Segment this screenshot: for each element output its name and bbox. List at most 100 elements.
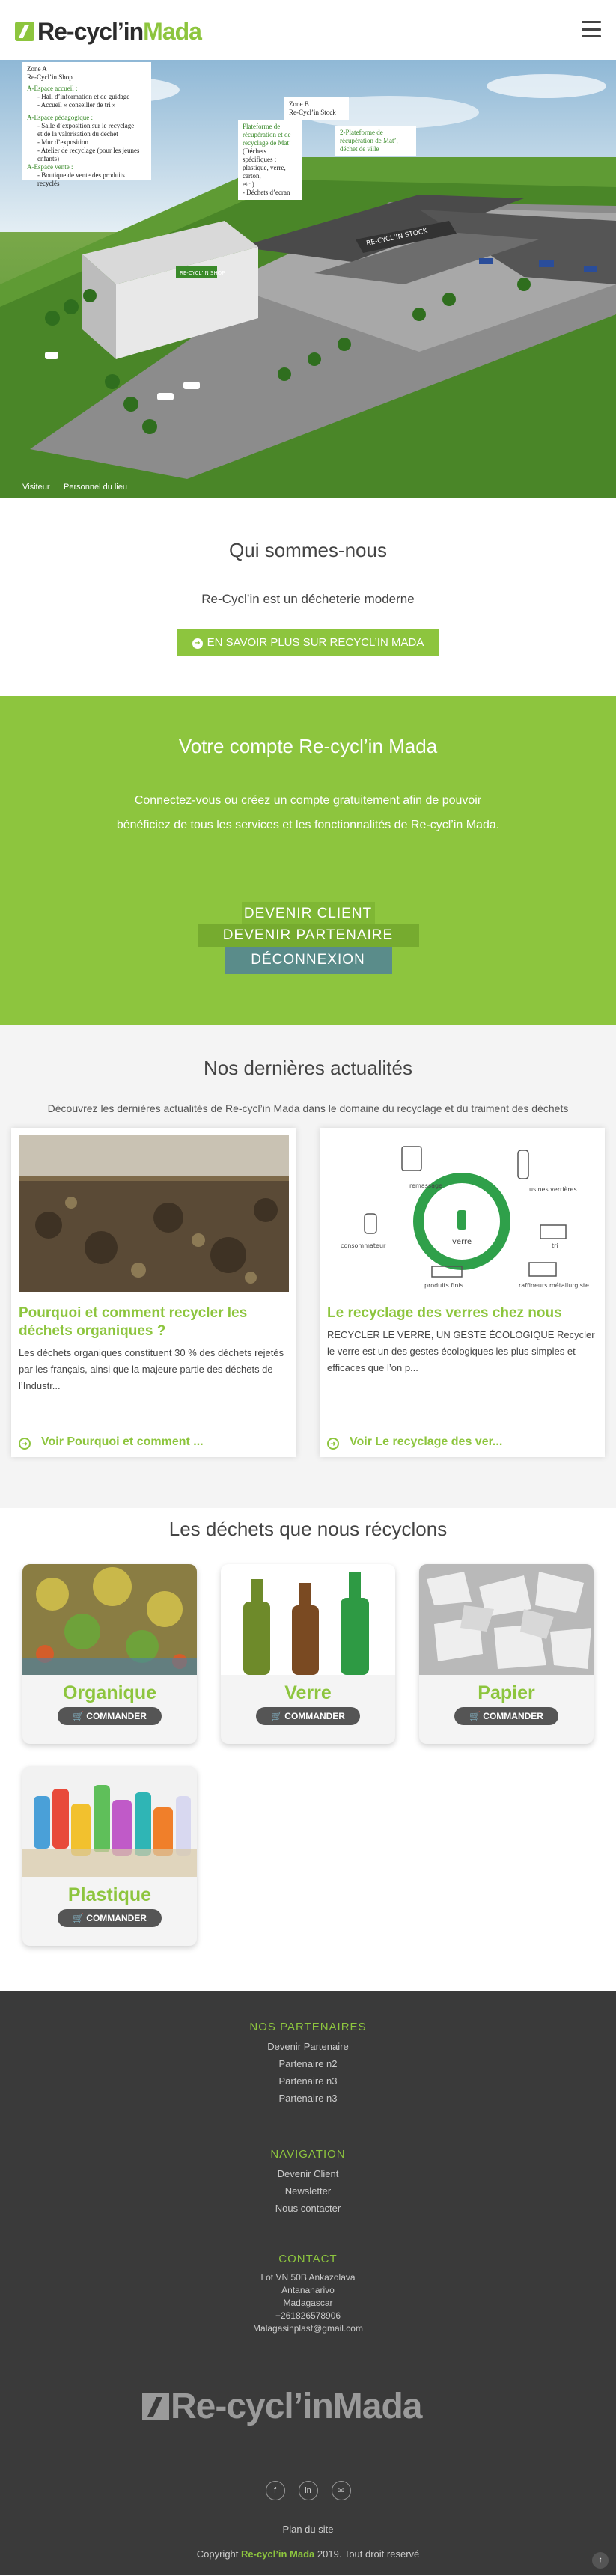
facebook-icon[interactable]: f <box>265 2481 285 2500</box>
copyright-pre: Copyright <box>196 2548 239 2560</box>
order-button[interactable]: 🛒 COMMANDER <box>58 1909 162 1927</box>
diagram-right-top: usines verrières <box>529 1185 577 1193</box>
news-card[interactable]: verre remassage usines verrières tri raf… <box>320 1128 605 1457</box>
learn-more-button[interactable]: ➜ En savoir plus sur Recycl’in Mada <box>177 629 439 656</box>
contact-block: Contact Lot VN 50B Ankazolava Antananari… <box>0 2253 616 2335</box>
site-logo[interactable]: Re-cycl’inMada <box>15 17 202 45</box>
mail-icon[interactable]: ✉ <box>331 2481 351 2500</box>
cart-icon: 🛒 <box>271 1711 285 1721</box>
become-partner-button[interactable]: Devenir partenaire <box>197 924 419 947</box>
copyright-post: 2019. Tout droit reservé <box>317 2548 420 2560</box>
order-button[interactable]: 🛒 COMMANDER <box>58 1707 162 1725</box>
order-label: COMMANDER <box>86 1711 147 1721</box>
diagram-top: remassage <box>409 1182 442 1189</box>
order-button[interactable]: 🛒 COMMANDER <box>256 1707 360 1725</box>
zone-a-l8: - Boutique de vente des produits recyclé… <box>37 171 125 187</box>
about-text: Re-Cycl’in est un décheterie moderne <box>201 592 415 606</box>
footer-link[interactable]: Partenaire n3 <box>0 2072 616 2090</box>
zone-a-legend: Zone A Re-Cycl’in Shop A-Espace accueil … <box>22 62 151 187</box>
order-button[interactable]: 🛒 COMMANDER <box>454 1707 558 1725</box>
order-label: COMMANDER <box>284 1711 345 1721</box>
back-to-top-icon[interactable]: ↑ <box>592 2552 609 2569</box>
footer-link[interactable]: Devenir Client <box>0 2165 616 2182</box>
platform2-legend: 2-Plateforme de récupération de Mat’, dé… <box>335 126 416 156</box>
waste-name: Plastique <box>67 1884 152 1905</box>
footer-link[interactable]: Partenaire n3 <box>0 2090 616 2107</box>
glass-image <box>221 1564 395 1675</box>
arrow-circle-icon: ➜ <box>19 1438 31 1450</box>
zone-a-l5: - Mur d’exposition <box>37 138 88 146</box>
zone-a-l6: - Atelier de recyclage (pour les jeunes <box>37 147 140 154</box>
read-more-link[interactable]: ➜ Voir Le recyclage des ver... <box>327 1435 502 1450</box>
shop-sign: RE-CYCL’IN SHOP <box>180 270 225 276</box>
contact-line: Madagascar <box>283 2298 333 2308</box>
site-footer: Nos partenaires Devenir Partenaire Parte… <box>0 1991 616 2575</box>
zone-a-g3: A-Espace vente : <box>27 163 73 171</box>
news-card-title: Le recyclage des verres chez nous <box>327 1305 562 1321</box>
navigation-heading: Navigation <box>270 2148 346 2161</box>
news-card[interactable]: Pourquoi et comment recycler les déchets… <box>11 1128 296 1457</box>
linkedin-icon[interactable]: in <box>298 2481 318 2500</box>
sitemap-link[interactable]: Plan du site <box>0 2524 616 2535</box>
zone-a-sub: Re-Cycl’in Shop <box>27 73 73 81</box>
zone-a-l7: enfants) <box>37 155 59 162</box>
footer-link[interactable]: Devenir Partenaire <box>0 2038 616 2055</box>
footer-logo: Re-cycl’inMada <box>142 2386 422 2427</box>
arrow-circle-icon: ➜ <box>327 1438 339 1450</box>
logo-mark-icon <box>142 2393 169 2420</box>
become-client-button[interactable]: Devenir client <box>241 902 375 924</box>
compost-image <box>19 1135 289 1292</box>
platform-title: Plateforme de récupération et de recycla… <box>243 123 291 147</box>
footer-link[interactable]: Partenaire n2 <box>0 2055 616 2072</box>
contact-line: Lot VN 50B Ankazolava <box>260 2272 356 2283</box>
top-bar: Re-cycl’inMada <box>0 0 616 60</box>
footer-logo-main: Re-cycl’in <box>171 2387 334 2426</box>
zone-a-l3: - Salle d’exposition sur le recyclage <box>37 122 135 129</box>
read-more-link[interactable]: ➜ Voir Pourquoi et comment ... <box>19 1435 204 1450</box>
read-more-label: Voir Le recyclage des ver... <box>350 1435 503 1448</box>
waste-card-papier[interactable]: Papier 🛒 COMMANDER <box>419 1564 594 1744</box>
read-more-label: Voir Pourquoi et comment ... <box>41 1435 204 1448</box>
waste-card-plastique[interactable]: Plastique 🛒 COMMANDER <box>22 1766 197 1946</box>
waste-card-organique[interactable]: Organique 🛒 COMMANDER <box>22 1564 197 1744</box>
account-section: Votre compte Re-cycl’in Mada Connectez-v… <box>0 696 616 1025</box>
about-section: Qui sommes-nous Re-Cycl’in est un déchet… <box>0 498 616 696</box>
navigation-block: Navigation Devenir Client Newsletter Nou… <box>0 2148 616 2217</box>
diagram-left: consommateur <box>341 1242 386 1249</box>
news-title: Nos dernières actualités <box>204 1057 412 1079</box>
footer-link[interactable]: Newsletter <box>0 2182 616 2200</box>
logout-button[interactable]: Déconnexion <box>224 947 392 974</box>
glass-cycle-diagram: verre remassage usines verrières tri raf… <box>327 1135 597 1292</box>
waste-title: Les déchets que nous récyclons <box>168 1518 448 1540</box>
platform2-title: 2-Plateforme de récupération de Mat’, dé… <box>340 129 398 153</box>
cart-icon: 🛒 <box>73 1913 87 1923</box>
hero-illustration: RE-CYCL’IN SHOP RE-CYCL’IN STOCK Zone A … <box>0 60 616 498</box>
contact-phone[interactable]: +261826578906 <box>0 2310 616 2322</box>
zone-a-l2: - Accueil « conseiller de tri » <box>37 101 116 109</box>
zone-a-l4: et de la valorisation du déchet <box>37 130 118 138</box>
news-cards: Pourquoi et comment recycler les déchets… <box>0 1128 616 1457</box>
copyright-brand: Re-cycl’in Mada <box>241 2548 315 2560</box>
cart-icon: 🛒 <box>73 1711 87 1721</box>
platform-l4: - Déchets d’ecran <box>243 189 290 196</box>
footer-link[interactable]: Nous contacter <box>0 2200 616 2217</box>
logo-accent-text: Mada <box>143 17 202 45</box>
platform-legend: Plateforme de récupération et de recycla… <box>238 120 302 200</box>
zone-b-sub: Re-Cycl’in Stock <box>289 109 336 116</box>
waste-name: Verre <box>284 1682 332 1703</box>
account-text: Connectez-vous ou créez un compte gratui… <box>116 794 500 831</box>
waste-card-verre[interactable]: Verre 🛒 COMMANDER <box>221 1564 395 1744</box>
zone-a-title: Zone A <box>27 65 47 73</box>
diagram-bottom-right: raffineurs métallurgiste <box>519 1281 589 1289</box>
waste-name: Papier <box>478 1682 535 1703</box>
zone-a-g1: A-Espace accueil : <box>27 85 78 92</box>
about-title: Qui sommes-nous <box>229 539 387 561</box>
contact-line: Antananarivo <box>281 2285 335 2295</box>
waste-section: Les déchets que nous récyclons Organique… <box>0 1508 616 1991</box>
news-card-title: Pourquoi et comment recycler les déchets… <box>19 1305 248 1339</box>
learn-more-label: En savoir plus sur Recycl’in Mada <box>207 636 424 649</box>
hamburger-icon[interactable] <box>582 21 601 37</box>
staff-caption: Personnel du lieu <box>64 483 128 492</box>
contact-email[interactable]: Malagasinplast@gmail.com <box>0 2322 616 2335</box>
order-label: COMMANDER <box>483 1711 543 1721</box>
